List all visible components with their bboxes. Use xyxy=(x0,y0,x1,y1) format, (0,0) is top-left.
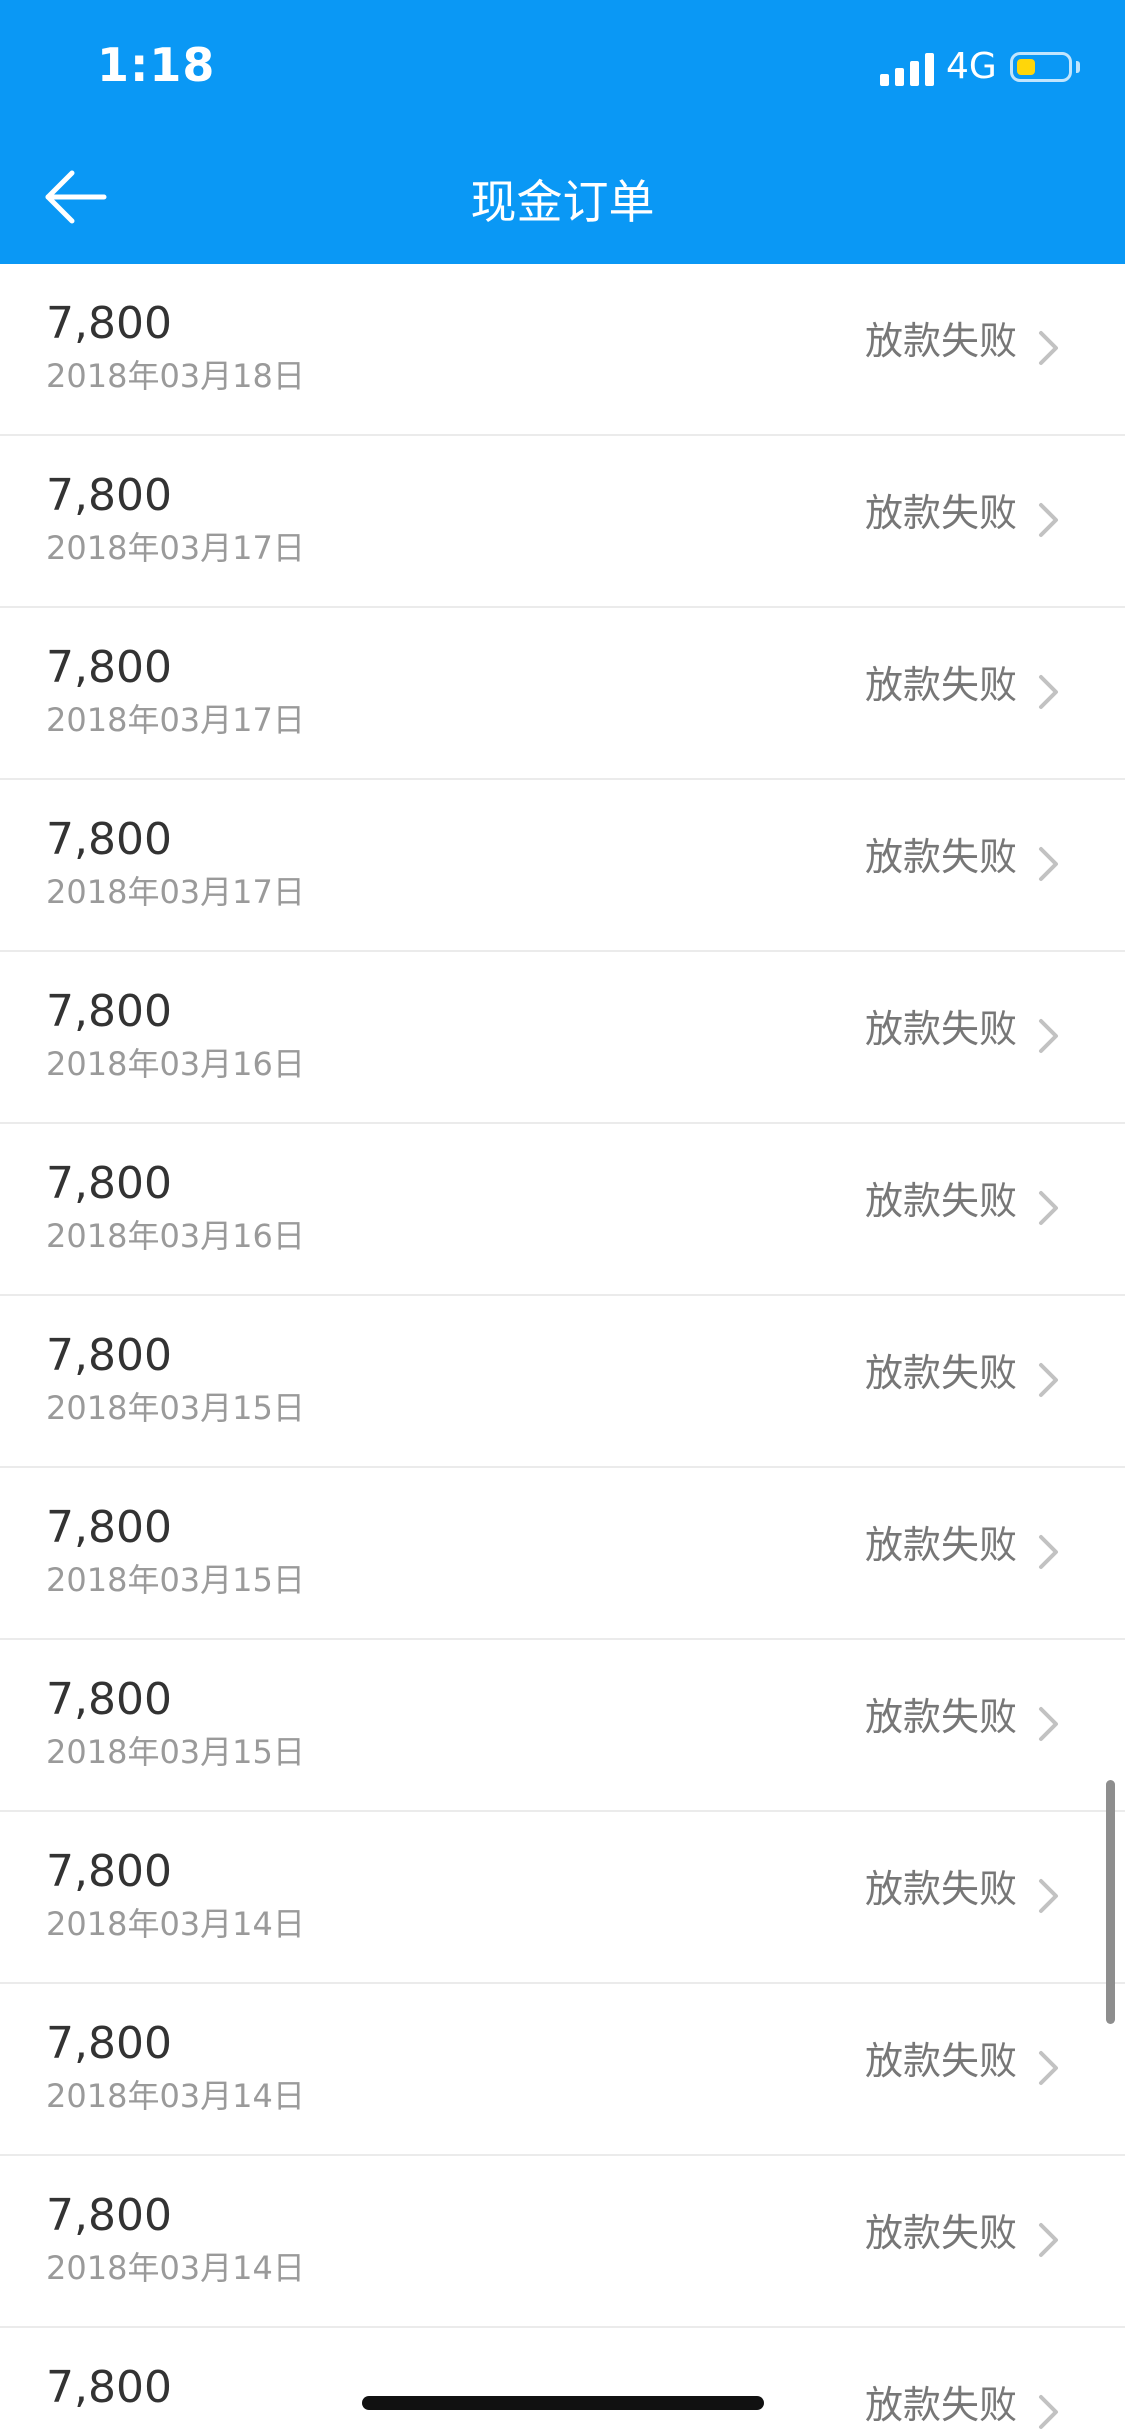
order-date: 2018年03月14日 xyxy=(46,2249,305,2287)
order-date: 2018年03月16日 xyxy=(46,1045,305,1083)
order-status: 放款失败 xyxy=(864,1867,1017,1911)
order-row[interactable]: 7,800 2018年03月17日 放款失败 xyxy=(0,780,1125,952)
chevron-right-icon xyxy=(1039,1535,1058,1569)
order-amount: 7,800 xyxy=(46,298,172,349)
chevron-right-icon xyxy=(1039,1879,1058,1913)
home-indicator[interactable] xyxy=(362,2396,764,2410)
chevron-right-icon xyxy=(1039,2051,1058,2085)
battery-icon xyxy=(1010,52,1072,82)
order-row[interactable]: 7,800 2018年03月15日 放款失败 xyxy=(0,1296,1125,1468)
order-date: 2018年03月17日 xyxy=(46,873,305,911)
order-status: 放款失败 xyxy=(864,319,1017,363)
scroll-indicator[interactable] xyxy=(1106,1780,1115,2024)
order-status: 放款失败 xyxy=(864,663,1017,707)
order-amount: 7,800 xyxy=(46,2018,172,2069)
chevron-right-icon xyxy=(1039,2395,1058,2429)
order-date: 2018年03月14日 xyxy=(46,2077,305,2115)
order-row[interactable]: 7,800 2018年03月17日 放款失败 xyxy=(0,436,1125,608)
order-date: 2018年03月15日 xyxy=(46,1733,305,1771)
order-date: 2018年03月17日 xyxy=(46,529,305,567)
chevron-right-icon xyxy=(1039,675,1058,709)
order-amount: 7,800 xyxy=(46,814,172,865)
header-bar: 1:18 4G 现金订单 xyxy=(0,0,1125,264)
chevron-right-icon xyxy=(1039,1707,1058,1741)
order-status: 放款失败 xyxy=(864,1007,1017,1051)
chevron-right-icon xyxy=(1039,1019,1058,1053)
chevron-right-icon xyxy=(1039,847,1058,881)
order-row[interactable]: 7,800 2018年03月15日 放款失败 xyxy=(0,1640,1125,1812)
order-date: 2018年03月18日 xyxy=(46,357,305,395)
order-row[interactable]: 7,800 2018年03月18日 放款失败 xyxy=(0,264,1125,436)
chevron-right-icon xyxy=(1039,1191,1058,1225)
order-amount: 7,800 xyxy=(46,1674,172,1725)
order-row[interactable]: 7,800 2018年03月16日 放款失败 xyxy=(0,1124,1125,1296)
order-row[interactable]: 7,800 2018年03月16日 放款失败 xyxy=(0,952,1125,1124)
order-status: 放款失败 xyxy=(864,2383,1017,2427)
order-date: 2018年03月17日 xyxy=(46,701,305,739)
order-amount: 7,800 xyxy=(46,2190,172,2241)
chevron-right-icon xyxy=(1039,1363,1058,1397)
order-amount: 7,800 xyxy=(46,2362,172,2413)
order-row[interactable]: 7,800 2018年03月15日 放款失败 xyxy=(0,1468,1125,1640)
order-row[interactable]: 7,800 2018年03月17日 放款失败 xyxy=(0,608,1125,780)
order-list: 7,800 2018年03月18日 放款失败 7,800 2018年03月17日 放款失败… xyxy=(0,264,1125,2436)
order-amount: 7,800 xyxy=(46,986,172,1037)
order-status: 放款失败 xyxy=(864,835,1017,879)
status-time: 1:18 xyxy=(97,38,216,92)
order-amount: 7,800 xyxy=(46,1846,172,1897)
order-status: 放款失败 xyxy=(864,1695,1017,1739)
network-type: 4G xyxy=(946,46,997,87)
order-status: 放款失败 xyxy=(864,1351,1017,1395)
page-title: 现金订单 xyxy=(470,175,655,229)
order-date: 2018年03月15日 xyxy=(46,1389,305,1427)
chevron-right-icon xyxy=(1039,2223,1058,2257)
cellular-signal-icon xyxy=(880,52,934,86)
order-date: 2018年03月14日 xyxy=(46,1905,305,1943)
order-amount: 7,800 xyxy=(46,470,172,521)
order-row[interactable]: 7,800 2018年03月14日 放款失败 xyxy=(0,2156,1125,2328)
order-amount: 7,800 xyxy=(46,642,172,693)
order-status: 放款失败 xyxy=(864,491,1017,535)
battery-level xyxy=(1017,59,1035,75)
order-date: 2018年03月16日 xyxy=(46,1217,305,1255)
order-status: 放款失败 xyxy=(864,2211,1017,2255)
battery-cap xyxy=(1076,61,1080,73)
order-row[interactable]: 7,800 放款失败 xyxy=(0,2328,1125,2436)
order-row[interactable]: 7,800 2018年03月14日 放款失败 xyxy=(0,1812,1125,1984)
order-amount: 7,800 xyxy=(46,1158,172,1209)
order-amount: 7,800 xyxy=(46,1502,172,1553)
app-screen: 1:18 4G 现金订单 7,800 2018年03月18日 放款失败 7,800 20… xyxy=(0,0,1125,2436)
order-status: 放款失败 xyxy=(864,1179,1017,1223)
order-status: 放款失败 xyxy=(864,2039,1017,2083)
order-date: 2018年03月15日 xyxy=(46,1561,305,1599)
chevron-right-icon xyxy=(1039,331,1058,365)
order-status: 放款失败 xyxy=(864,1523,1017,1567)
order-row[interactable]: 7,800 2018年03月14日 放款失败 xyxy=(0,1984,1125,2156)
chevron-right-icon xyxy=(1039,503,1058,537)
order-amount: 7,800 xyxy=(46,1330,172,1381)
